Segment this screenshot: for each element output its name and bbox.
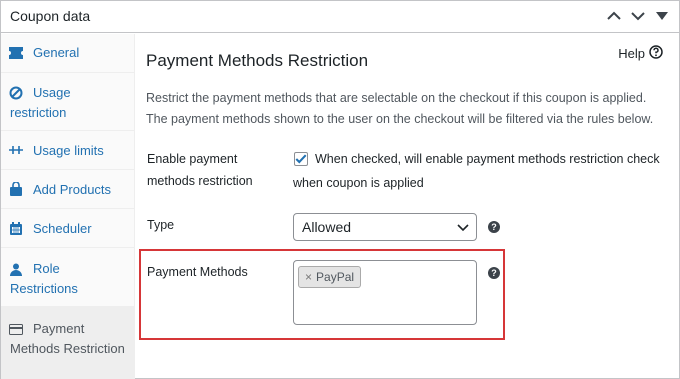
highlight-box bbox=[139, 249, 505, 340]
enable-label: Enable payment methods restriction bbox=[147, 152, 253, 188]
chevron-down-icon[interactable] bbox=[629, 7, 647, 25]
enable-description: When checked, will enable payment method… bbox=[293, 152, 660, 190]
coupon-data-panel: Coupon data General Usage restriction Us… bbox=[0, 0, 680, 379]
type-select[interactable]: Allowed bbox=[293, 213, 477, 241]
calendar-icon bbox=[9, 221, 23, 235]
tab-role-restrictions[interactable]: Role Restrictions bbox=[1, 248, 135, 307]
type-select-value: Allowed bbox=[302, 219, 352, 235]
tab-label: Usage limits bbox=[33, 143, 104, 158]
panel-header: Coupon data bbox=[1, 1, 679, 33]
tab-add-products[interactable]: Add Products bbox=[1, 170, 135, 209]
limits-icon bbox=[9, 143, 23, 157]
description: Restrict the payment methods that are se… bbox=[146, 91, 654, 126]
tab-label: General bbox=[33, 45, 80, 60]
type-label: Type bbox=[147, 218, 175, 232]
cart-icon bbox=[9, 182, 23, 196]
help-link[interactable]: Help bbox=[618, 45, 663, 62]
tab-label: Scheduler bbox=[33, 221, 92, 236]
tab-usage-restriction[interactable]: Usage restriction bbox=[1, 73, 135, 131]
tab-general[interactable]: General bbox=[1, 34, 135, 73]
tab-payment-methods-restriction[interactable]: Payment Methods Restriction bbox=[1, 307, 135, 379]
chevron-up-icon[interactable] bbox=[605, 7, 623, 25]
panel-controls bbox=[605, 7, 671, 25]
tab-usage-limits[interactable]: Usage limits bbox=[1, 131, 135, 170]
coupon-tabs: General Usage restriction Usage limits A… bbox=[1, 34, 135, 379]
tab-label: Usage restriction bbox=[10, 85, 71, 120]
tab-scheduler[interactable]: Scheduler bbox=[1, 209, 135, 248]
help-circle-icon bbox=[649, 45, 663, 62]
collapse-triangle-icon[interactable] bbox=[653, 7, 671, 25]
tab-label: Payment Methods Restriction bbox=[10, 321, 125, 356]
help-tip-icon[interactable]: ? bbox=[488, 221, 500, 233]
panel-title: Coupon data bbox=[10, 8, 91, 24]
chevron-down-icon bbox=[456, 221, 470, 239]
tab-label: Role Restrictions bbox=[10, 261, 78, 296]
page-title: Payment Methods Restriction bbox=[146, 51, 369, 70]
help-label: Help bbox=[618, 46, 645, 61]
tab-label: Add Products bbox=[33, 182, 112, 197]
ticket-icon bbox=[9, 46, 23, 60]
